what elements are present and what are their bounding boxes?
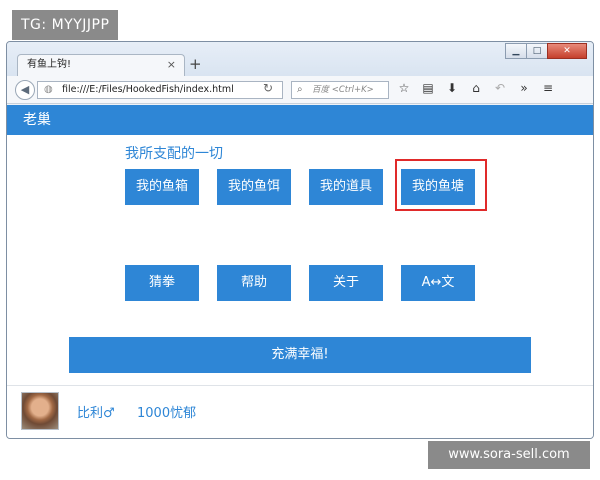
menu-icon[interactable]: ≡ — [541, 81, 555, 95]
reload-icon[interactable]: ↻ — [263, 81, 273, 95]
search-input[interactable]: ⌕ 百度 <Ctrl+K> — [291, 81, 389, 99]
search-placeholder: 百度 <Ctrl+K> — [312, 85, 374, 95]
user-footer: 比利♂ 1000忧郁 — [7, 385, 593, 438]
happiness-button[interactable]: 充满幸福! — [69, 337, 531, 373]
avatar[interactable] — [21, 392, 59, 430]
browser-window: 有鱼上钩! × + ▁ □ ✕ ◀ ◍ file:///E:/Files/Hoo… — [6, 41, 594, 439]
minimize-icon[interactable]: ▁ — [505, 43, 527, 59]
main-content: 我所支配的一切 我的鱼箱 我的鱼饵 我的道具 我的鱼塘 猜拳 帮助 关于 A↔文… — [7, 135, 593, 385]
user-mood: 1000忧郁 — [137, 406, 197, 421]
tab-active[interactable]: 有鱼上钩! × — [17, 54, 185, 76]
watermark: www.sora-sell.com — [428, 441, 590, 469]
my-fish-box-button[interactable]: 我的鱼箱 — [125, 169, 199, 205]
address-url: file:///E:/Files/HookedFish/index.html — [62, 84, 234, 95]
page-title: 老巢 — [23, 112, 51, 128]
user-name[interactable]: 比利♂ — [77, 402, 115, 421]
back-icon[interactable]: ◀ — [15, 80, 35, 100]
help-button[interactable]: 帮助 — [217, 265, 291, 301]
window-controls: ▁ □ ✕ — [505, 43, 587, 59]
reading-list-icon[interactable]: ▤ — [421, 81, 435, 95]
title-bar: 有鱼上钩! × + ▁ □ ✕ — [7, 42, 593, 76]
download-icon[interactable]: ⬇ — [445, 81, 459, 95]
close-icon[interactable]: ✕ — [547, 43, 587, 59]
highlight-box — [395, 159, 487, 211]
new-tab-icon[interactable]: + — [189, 55, 202, 73]
globe-icon: ◍ — [44, 84, 53, 95]
language-toggle-button[interactable]: A↔文 — [401, 265, 475, 301]
undo-icon[interactable]: ↶ — [493, 81, 507, 95]
tab-close-icon[interactable]: × — [167, 55, 176, 75]
address-bar[interactable]: ◍ file:///E:/Files/HookedFish/index.html — [37, 81, 283, 99]
about-button[interactable]: 关于 — [309, 265, 383, 301]
tab-title: 有鱼上钩! — [27, 59, 72, 70]
my-bait-button[interactable]: 我的鱼饵 — [217, 169, 291, 205]
home-icon[interactable]: ⌂ — [469, 81, 483, 95]
rock-paper-scissors-button[interactable]: 猜拳 — [125, 265, 199, 301]
overflow-icon[interactable]: » — [517, 81, 531, 95]
section-title: 我所支配的一切 — [125, 146, 223, 162]
page-header: 老巢 — [7, 105, 593, 135]
maximize-icon[interactable]: □ — [526, 43, 548, 59]
star-icon[interactable]: ☆ — [397, 81, 411, 95]
nav-toolbar: ◀ ◍ file:///E:/Files/HookedFish/index.ht… — [7, 76, 593, 104]
tg-label: TG: MYYJJPP — [12, 10, 119, 40]
toolbar-icons: ☆ ▤ ⬇ ⌂ ↶ » ≡ — [397, 81, 555, 95]
search-icon: ⌕ — [297, 84, 303, 95]
my-items-button[interactable]: 我的道具 — [309, 169, 383, 205]
